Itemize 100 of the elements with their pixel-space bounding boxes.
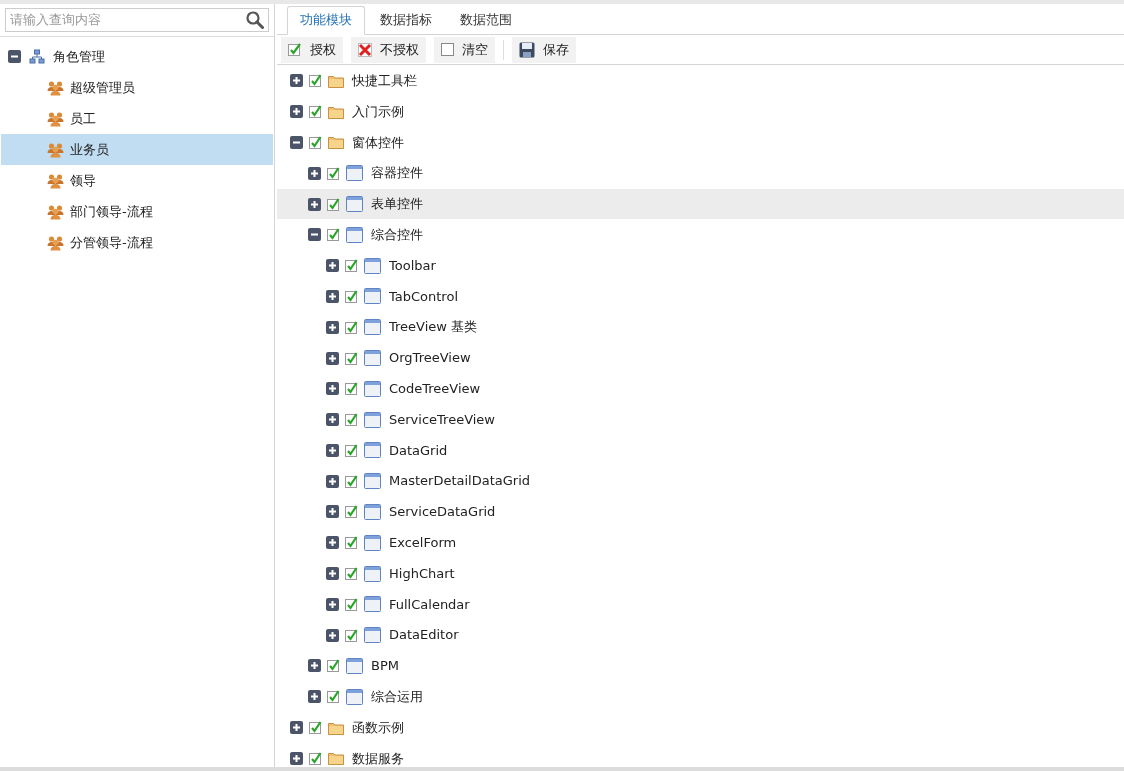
expand-icon[interactable] (290, 74, 303, 88)
window-icon (364, 627, 381, 644)
checkbox[interactable] (327, 690, 340, 704)
expand-icon[interactable] (326, 536, 339, 550)
tree-row[interactable]: MasterDetailDataGrid (277, 465, 1124, 497)
expand-icon[interactable] (326, 289, 339, 303)
role-item[interactable]: 业务员 (1, 134, 273, 165)
tree-row[interactable]: FullCalendar (277, 589, 1124, 620)
expand-icon[interactable] (308, 197, 321, 211)
role-item[interactable]: 分管领导-流程 (1, 227, 273, 258)
window-icon (346, 165, 363, 182)
window-icon (346, 657, 363, 674)
tree-row[interactable]: HighChart (277, 558, 1124, 589)
expand-icon[interactable] (326, 597, 339, 611)
tab[interactable]: 功能模块 (287, 5, 365, 35)
search-input[interactable]: 请输入查询内容 (10, 10, 246, 30)
checkbox[interactable] (327, 228, 340, 242)
checkbox[interactable] (327, 197, 340, 211)
collapse-icon[interactable] (290, 135, 303, 149)
tree-row[interactable]: 函数示例 (277, 712, 1124, 743)
tree-row[interactable]: ServiceTreeView (277, 404, 1124, 435)
checkbox[interactable] (345, 443, 358, 457)
window-icon (346, 688, 363, 705)
role-item[interactable]: 部门领导-流程 (1, 196, 273, 227)
checkbox[interactable] (345, 628, 358, 642)
tree-row[interactable]: BPM (277, 650, 1124, 682)
save-button[interactable]: 保存 (512, 36, 576, 63)
tree-row[interactable]: CodeTreeView (277, 373, 1124, 405)
tree-row[interactable]: 数据服务 (277, 742, 1124, 767)
expand-icon[interactable] (326, 259, 339, 273)
expand-icon[interactable] (326, 382, 339, 396)
expand-icon[interactable] (308, 659, 321, 673)
expand-icon[interactable] (326, 474, 339, 488)
expand-icon[interactable] (326, 413, 339, 427)
checkbox[interactable] (345, 597, 358, 611)
tree-row[interactable]: 入门示例 (277, 96, 1124, 128)
expand-icon[interactable] (326, 505, 339, 519)
window-icon (364, 257, 381, 274)
checkbox[interactable] (327, 166, 340, 180)
grant-button[interactable]: 授权 (281, 36, 343, 63)
expand-icon[interactable] (326, 628, 339, 642)
expand-icon[interactable] (326, 351, 339, 365)
tree-row[interactable]: 表单控件 (277, 188, 1124, 220)
checkbox[interactable] (345, 289, 358, 303)
clear-button[interactable]: 清空 (434, 36, 495, 63)
window-icon (364, 350, 381, 366)
tree-row[interactable]: DataEditor (277, 619, 1124, 651)
search-field[interactable]: 请输入查询内容 (5, 8, 269, 32)
tree-row[interactable]: 窗体控件 (277, 127, 1124, 158)
role-item[interactable]: 员工 (1, 103, 273, 134)
tree-row[interactable]: 综合控件 (277, 219, 1124, 251)
hierarchy-icon (29, 48, 45, 65)
tree-row[interactable]: 综合运用 (277, 681, 1124, 713)
tree-row[interactable]: ServiceDataGrid (277, 496, 1124, 528)
expand-icon[interactable] (308, 166, 321, 180)
tree-row[interactable]: DataGrid (277, 435, 1124, 466)
checkbox[interactable] (309, 751, 322, 765)
tab[interactable]: 数据范围 (447, 5, 525, 35)
window-icon (364, 596, 381, 613)
checkbox[interactable] (309, 105, 322, 119)
checkbox[interactable] (309, 74, 322, 88)
role-item[interactable]: 超级管理员 (1, 72, 273, 103)
search-icon[interactable] (246, 11, 264, 29)
expand-icon[interactable] (290, 105, 303, 119)
checkbox[interactable] (345, 505, 358, 519)
checkbox[interactable] (345, 351, 358, 365)
tree-row[interactable]: Toolbar (277, 250, 1124, 281)
expand-icon[interactable] (290, 721, 303, 735)
collapse-icon[interactable] (308, 228, 321, 242)
expand-icon[interactable] (326, 443, 339, 457)
tree-row[interactable]: 快捷工具栏 (277, 65, 1124, 97)
checkbox[interactable] (327, 659, 340, 673)
expand-icon[interactable] (326, 567, 339, 581)
tree-row[interactable]: TreeView 基类 (277, 311, 1124, 343)
checkbox[interactable] (345, 320, 358, 334)
tree-row[interactable]: TabControl (277, 281, 1124, 312)
checkbox[interactable] (345, 382, 358, 396)
folder-icon (328, 751, 344, 766)
checkbox[interactable] (309, 135, 322, 149)
window-icon (346, 226, 363, 243)
revoke-button[interactable]: 不授权 (351, 36, 426, 63)
collapse-icon[interactable] (8, 50, 21, 63)
expand-icon[interactable] (290, 751, 303, 765)
checkbox[interactable] (309, 721, 322, 735)
tree-row[interactable]: OrgTreeView (277, 342, 1124, 374)
people-icon (47, 79, 64, 96)
tab[interactable]: 数据指标 (367, 5, 445, 35)
checkbox[interactable] (345, 259, 358, 273)
window-icon (364, 319, 381, 336)
checkbox[interactable] (345, 567, 358, 581)
expand-icon[interactable] (326, 320, 339, 334)
role-item[interactable]: 领导 (1, 165, 273, 196)
folder-icon (328, 104, 344, 119)
checkbox[interactable] (345, 474, 358, 488)
folder-icon (328, 720, 344, 735)
tree-row[interactable]: 容器控件 (277, 157, 1124, 189)
tree-row[interactable]: ExcelForm (277, 527, 1124, 559)
checkbox[interactable] (345, 536, 358, 550)
expand-icon[interactable] (308, 690, 321, 704)
checkbox[interactable] (345, 413, 358, 427)
